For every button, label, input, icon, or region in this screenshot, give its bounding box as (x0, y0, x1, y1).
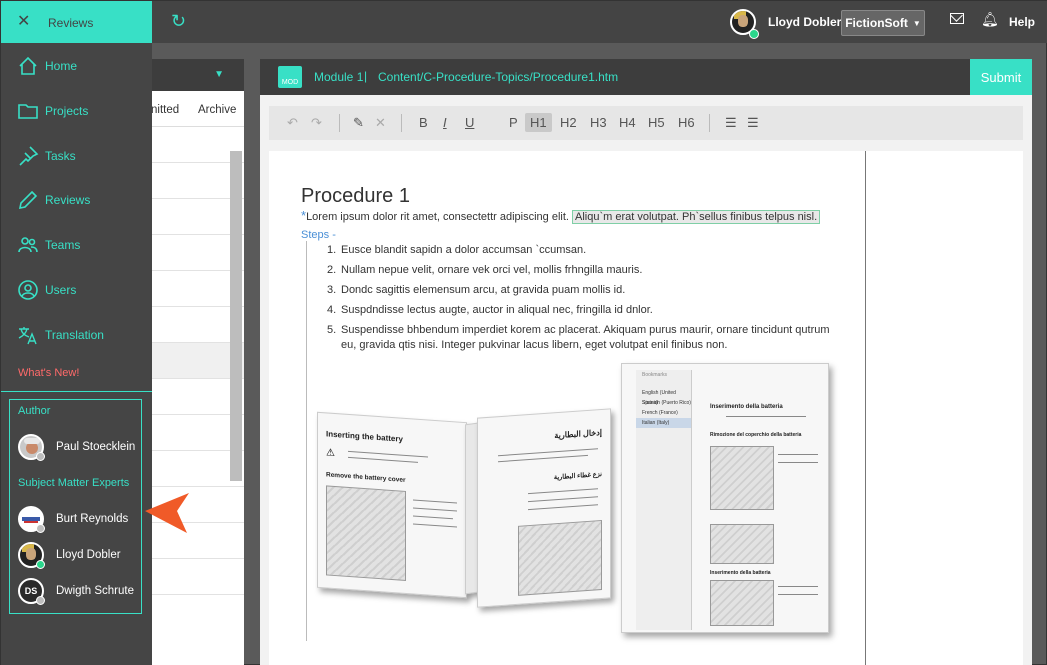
top-bar: ↻ Lloyd Dobler FictionSoft ▼ 🔔︎ Help (1, 1, 1047, 43)
tab-archive[interactable]: Archive (198, 104, 236, 116)
manual-page-italian: Bookmarks English (United States) Spanis… (621, 363, 829, 633)
callout-arrow-icon (145, 493, 189, 533)
offline-status-icon (36, 524, 45, 533)
steps-bracket-line (306, 241, 307, 641)
submit-button[interactable]: Submit (970, 59, 1032, 95)
online-status-icon (749, 29, 759, 39)
intro-paragraph[interactable]: *Lorem ipsum dolor rit amet, consectettr… (301, 208, 821, 224)
document-page[interactable]: Procedure 1 *Lorem ipsum dolor rit amet,… (269, 151, 1023, 665)
manual-page-english: Inserting the battery ⚠ Remove the batte… (317, 411, 467, 599)
menu-header: ✕ Reviews (1, 1, 152, 43)
sme-heading: Subject Matter Experts (18, 477, 130, 489)
participant-sme[interactable]: DS Dwigth Schrute (18, 578, 142, 606)
online-status-icon (36, 560, 45, 569)
heading2-button[interactable]: H2 (560, 115, 577, 130)
participant-sme[interactable]: Burt Reynolds (18, 506, 142, 534)
menu-item-teams[interactable]: Teams (1, 230, 152, 260)
org-dropdown[interactable]: FictionSoft ▼ (841, 10, 925, 36)
heading6-button[interactable]: H6 (678, 115, 695, 130)
offline-status-icon (36, 596, 45, 605)
list-item[interactable]: 5. Suspendisse bhbendum imperdiet korem a… (327, 323, 837, 353)
mail-icon[interactable] (950, 13, 964, 24)
whats-new-link[interactable]: What's New! (18, 367, 79, 379)
menu-item-projects[interactable]: Projects (1, 96, 152, 126)
list-item[interactable]: 2. Nullam nepue velit, ornare vek orci ve… (327, 263, 837, 278)
panel-tabs: nitted Archive (151, 91, 244, 127)
menu-item-home[interactable]: Home (1, 51, 152, 81)
module-name[interactable]: Module 1 (314, 70, 363, 84)
page-margin-line (865, 151, 866, 665)
topic-path: Content/C-Procedure-Topics/Procedure1.ht… (378, 70, 619, 84)
review-editor: MOD Module 1 | Content/C-Procedure-Topic… (260, 59, 1032, 665)
menu-item-tasks[interactable]: Tasks (1, 141, 152, 171)
author-heading: Author (18, 405, 51, 417)
heading4-button[interactable]: H4 (619, 115, 636, 130)
highlighter-icon[interactable]: ✎ (353, 115, 364, 131)
redo-icon[interactable]: ↷ (311, 115, 322, 131)
side-menu: ✕ Reviews Home Projects Tasks Reviews Te… (1, 1, 152, 665)
folder-icon (18, 104, 38, 119)
home-icon (19, 56, 37, 75)
editor-header: MOD Module 1 | Content/C-Procedure-Topic… (260, 59, 1032, 95)
undo-icon[interactable]: ↶ (287, 115, 298, 131)
user-icon (18, 280, 38, 300)
offline-status-icon (36, 452, 45, 461)
review-participants: Author Paul Stoecklein Subject Matter Ex… (9, 399, 142, 614)
italic-button[interactable]: I (443, 115, 447, 130)
menu-item-users[interactable]: Users (1, 275, 152, 305)
org-label: FictionSoft (845, 16, 908, 30)
refresh-icon[interactable]: ↻ (171, 11, 186, 32)
highlighted-text[interactable]: Aliqu`m erat volutpat. Ph`sellus finibus… (572, 210, 821, 224)
paragraph-button[interactable]: P (509, 115, 518, 130)
steps-label[interactable]: Steps - (301, 229, 336, 241)
bullet-list-icon[interactable]: ☰ (725, 115, 737, 131)
chevron-down-icon: ▼ (912, 18, 921, 28)
current-user[interactable]: Lloyd Dobler (730, 9, 842, 39)
editor-toolbar: ↶ ↷ ✎ ✕ B I U P H1 H2 H3 H4 H5 H6 ☰ ☰ (269, 106, 1023, 140)
manual-page-arabic: إدخال البطارية نزع غطاء البطارية (477, 408, 611, 608)
scrollbar[interactable] (230, 151, 242, 481)
warning-icon: ⚠ (326, 447, 335, 460)
doc-title[interactable]: Procedure 1 (301, 185, 410, 208)
list-item[interactable] (151, 559, 244, 595)
clear-format-icon[interactable]: ✕ (375, 115, 386, 131)
menu-item-translation[interactable]: Translation (1, 320, 152, 350)
list-item[interactable]: 3. Dondc sagittis elemensum arcu, at grav… (327, 283, 837, 298)
translate-icon (18, 327, 37, 345)
participant-sme[interactable]: Lloyd Dobler (18, 542, 142, 570)
menu-divider (1, 391, 152, 392)
review-list-panel: ▼ nitted Archive (151, 59, 244, 665)
tab-submitted[interactable]: nitted (151, 104, 179, 116)
panel-header: ▼ (151, 59, 244, 91)
menu-item-reviews[interactable]: Reviews (1, 185, 152, 215)
team-icon (18, 237, 38, 253)
language-panel: Bookmarks English (United States) Spanis… (636, 370, 692, 630)
heading3-button[interactable]: H3 (590, 115, 607, 130)
close-icon[interactable]: ✕ (17, 11, 30, 31)
caret-down-icon[interactable]: ▼ (214, 69, 224, 80)
list-item[interactable]: 1. Eusce blandit sapidn a dolor accumsan … (327, 243, 837, 258)
pin-icon (19, 146, 39, 166)
help-link[interactable]: Help (1009, 15, 1035, 29)
path-separator: | (364, 69, 368, 83)
pen-icon (18, 190, 38, 210)
bold-button[interactable]: B (419, 115, 428, 130)
steps-list: 1. Eusce blandit sapidn a dolor accumsan … (327, 243, 837, 358)
menu-title: Reviews (48, 16, 94, 30)
user-name: Lloyd Dobler (768, 15, 842, 29)
bell-icon[interactable]: 🔔︎ (981, 11, 999, 28)
heading5-button[interactable]: H5 (648, 115, 665, 130)
numbered-list-icon[interactable]: ☰ (747, 115, 759, 131)
list-item[interactable]: 4. Suspdndisse lectus augte, auctor in al… (327, 303, 837, 318)
module-folder-icon: MOD (278, 66, 302, 88)
underline-button[interactable]: U (465, 115, 474, 130)
participant-author[interactable]: Paul Stoecklein (18, 434, 142, 462)
heading1-button[interactable]: H1 (525, 113, 552, 132)
